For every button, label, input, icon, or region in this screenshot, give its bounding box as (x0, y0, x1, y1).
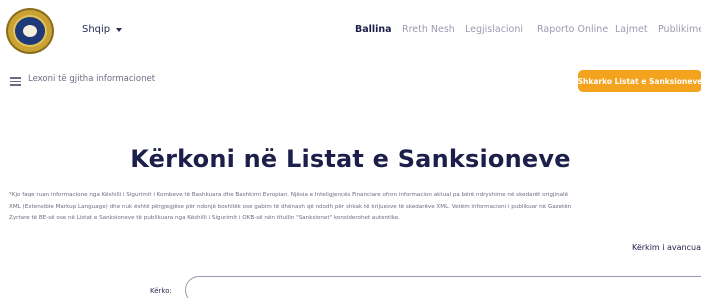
language-selector[interactable]: Shqip (82, 24, 123, 35)
chevron-down-icon (116, 27, 123, 32)
toolbar: Lexoni të gjitha informacionet Shkarko L… (0, 62, 701, 96)
read-all-info-link[interactable]: Lexoni të gjitha informacionet (28, 74, 155, 84)
disclaimer-line: Zyrtare të BE-së ose në Listat e Sanksio… (9, 215, 401, 221)
nav-item-rreth-nesh[interactable]: Rreth Nesh (402, 24, 455, 35)
disclaimer-line: *Kjo faqe ruan informacione nga Këshilli… (9, 192, 569, 198)
logo-ring (13, 15, 47, 47)
language-label: Shqip (82, 24, 111, 35)
disclaimer-line: XML (Extensible Markup Language) dhe nuk… (9, 203, 572, 210)
logo-core (23, 25, 37, 37)
nav-item-publikime[interactable]: Publikime (658, 24, 701, 35)
search-input[interactable] (185, 276, 701, 298)
disclaimer-note: *Kjo faqe ruan informacione nga Këshilli… (9, 190, 699, 225)
download-sanctions-lists-button[interactable]: Shkarko Listat e Sanksioneve (578, 70, 701, 92)
advanced-search-link[interactable]: Kërkim i avancuar (632, 243, 701, 252)
nav-item-legjislacioni[interactable]: Legjislacioni (465, 24, 523, 35)
page-title: Kërkoni në Listat e Sanksioneve (130, 145, 571, 173)
nav-item-lajmet[interactable]: Lajmet (615, 24, 648, 35)
hamburger-menu-icon[interactable] (10, 77, 21, 86)
nav-item-ballina[interactable]: Ballina (355, 24, 392, 35)
logo-emblem[interactable] (6, 8, 54, 54)
nav-item-raporto-online[interactable]: Raporto Online (537, 24, 608, 35)
search-label: Kërko: (150, 287, 172, 295)
header: Shqip Ballina Rreth Nesh Legjislacioni R… (0, 0, 701, 62)
